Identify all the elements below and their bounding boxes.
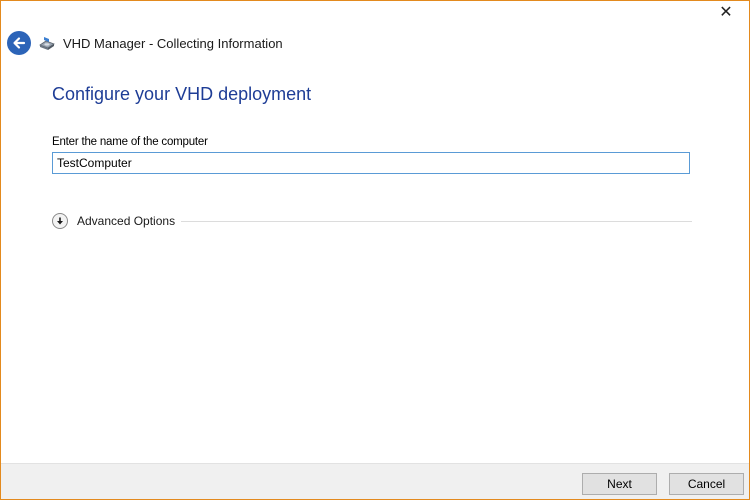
vhd-disk-icon bbox=[39, 37, 55, 50]
next-button[interactable]: Next bbox=[582, 473, 657, 495]
computer-name-label: Enter the name of the computer bbox=[52, 136, 208, 148]
cancel-button[interactable]: Cancel bbox=[669, 473, 744, 495]
title-bar: VHD Manager - Collecting Information bbox=[1, 27, 749, 59]
window-title: VHD Manager - Collecting Information bbox=[63, 35, 283, 51]
back-button[interactable] bbox=[7, 31, 31, 55]
close-button[interactable]: ✕ bbox=[703, 1, 749, 23]
advanced-options-divider bbox=[181, 220, 692, 222]
footer-bar: Next Cancel bbox=[1, 463, 749, 499]
computer-name-input[interactable] bbox=[52, 152, 690, 174]
back-arrow-icon bbox=[13, 37, 26, 49]
vhd-manager-window: ✕ VHD Manager - Collecting Information C… bbox=[0, 0, 750, 500]
page-title: Configure your VHD deployment bbox=[52, 84, 312, 104]
chevron-down-circle-icon bbox=[52, 213, 68, 229]
close-icon: ✕ bbox=[719, 4, 733, 21]
advanced-options-label: Advanced Options bbox=[77, 214, 176, 228]
advanced-options-expander[interactable]: Advanced Options bbox=[52, 212, 692, 230]
